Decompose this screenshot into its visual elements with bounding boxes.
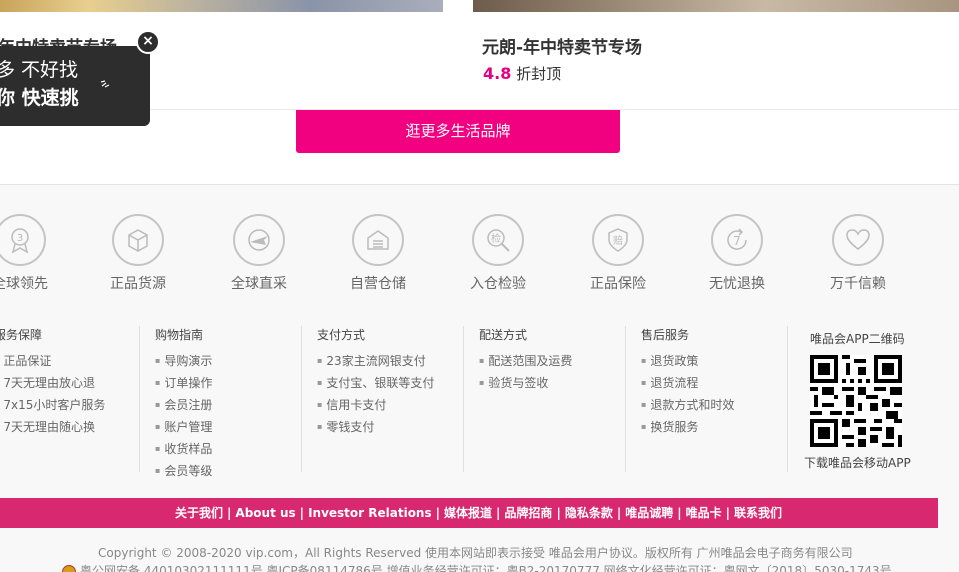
list-item[interactable]: 收货样品	[155, 439, 301, 461]
inspect-icon: 检	[472, 214, 524, 266]
column-title: 支付方式	[317, 328, 366, 342]
footer-link-about[interactable]: 关于我们	[175, 506, 223, 520]
footer-link-careers[interactable]: 唯品诚聘	[625, 506, 673, 520]
list-item[interactable]: 退货流程	[641, 373, 787, 395]
feature-genuine-source[interactable]: 正品货源	[93, 214, 183, 293]
airplane-icon	[233, 214, 285, 266]
list-item[interactable]: 配送范围及运费	[479, 351, 625, 373]
footer-link-card[interactable]: 唯品卡	[686, 506, 722, 520]
warehouse-icon	[352, 214, 404, 266]
return-7-icon: 7	[711, 214, 763, 266]
list-item[interactable]: 零钱支付	[317, 417, 463, 439]
list-item[interactable]: 订单操作	[155, 373, 301, 395]
footer-link-bar: 关于我们 | About us | Investor Relations | 媒体报道 | 品牌…	[0, 498, 938, 528]
feature-global-purchase[interactable]: 全球直采	[214, 214, 304, 293]
discount-value: 4.8	[483, 64, 512, 83]
feature-label: 正品保险	[590, 276, 646, 292]
footer-links: 关于我们 | About us | Investor Relations | 媒体报道 | 品牌…	[175, 498, 782, 528]
svg-text:3: 3	[17, 233, 23, 244]
svg-text:检: 检	[491, 232, 501, 245]
footer-link-contact[interactable]: 联系我们	[734, 506, 782, 520]
list-item[interactable]: 会员注册	[155, 395, 301, 417]
list-item[interactable]: 会员等级	[155, 461, 301, 483]
column-title: 购物指南	[155, 328, 204, 342]
list-item[interactable]: 账户管理	[155, 417, 301, 439]
heart-icon	[832, 214, 884, 266]
feature-label: 自营仓储	[350, 276, 406, 292]
product-discount: 4.8 折封顶	[483, 63, 561, 84]
feature-inspection[interactable]: 检 入仓检验	[453, 214, 543, 293]
feature-label: 全球领先	[0, 276, 48, 292]
svg-text:赔: 赔	[613, 234, 623, 247]
footer-column-aftersale: 售后服务 退货政策 退货流程 退款方式和时效 换货服务	[641, 326, 788, 472]
site-footer: 3 全球领先 正品货源 全球直采 自营仓储 检 入仓检验 赔 正品保险 7	[0, 184, 959, 572]
quick-pick-popup[interactable]: 多 不好找 你 快速挑	[0, 46, 150, 126]
sparkle-icon	[100, 80, 110, 88]
list-item[interactable]: 7x15小时客户服务	[0, 395, 139, 417]
svg-text:7: 7	[733, 234, 741, 248]
qr-code-icon[interactable]	[810, 355, 902, 447]
box-icon	[112, 214, 164, 266]
popup-line-2: 你 快速挑	[0, 87, 79, 109]
link-separator: |	[435, 506, 441, 520]
qr-title: 唯品会APP二维码	[810, 332, 905, 346]
popup-line-1: 多 不好找	[0, 59, 79, 81]
footer-link-privacy[interactable]: 隐私条款	[565, 506, 613, 520]
feature-label: 万千信赖	[830, 276, 886, 292]
icp-line: 粤公网安备 44010302111111号 粤ICP备08114786号 增值业…	[62, 562, 892, 572]
product-title-right[interactable]: 元朗-年中特卖节专场	[482, 33, 642, 58]
link-separator: |	[299, 506, 305, 520]
footer-column-service: 服务保障 正品保证 7天无理由放心退 7x15小时客户服务 7天无理由随心换	[0, 326, 140, 472]
feature-label: 无忧退换	[709, 276, 765, 292]
feature-label: 全球直采	[231, 276, 287, 292]
product-image-right[interactable]	[473, 0, 959, 12]
link-separator: |	[725, 506, 731, 520]
footer-column-delivery: 配送方式 配送范围及运费 验货与签收	[479, 326, 626, 472]
list-item[interactable]: 验货与签收	[479, 373, 625, 395]
discount-suffix: 折封顶	[516, 65, 562, 83]
list-item[interactable]: 退款方式和时效	[641, 395, 787, 417]
qr-caption: 下载唯品会移动APP	[804, 456, 911, 470]
column-title: 服务保障	[0, 328, 43, 342]
feature-label: 正品货源	[110, 276, 166, 292]
link-separator: |	[556, 506, 561, 520]
feature-label: 入仓检验	[470, 276, 526, 292]
link-separator: |	[616, 506, 622, 520]
list-item[interactable]: 7天无理由随心换	[0, 417, 139, 439]
column-title: 售后服务	[641, 328, 690, 342]
footer-link-about-en[interactable]: About us	[235, 506, 295, 520]
footer-column-guide: 购物指南 导购演示 订单操作 会员注册 账户管理 收货样品 会员等级	[155, 326, 302, 478]
link-separator: |	[496, 506, 501, 520]
footer-link-media[interactable]: 媒体报道	[444, 506, 492, 520]
list-item[interactable]: 退货政策	[641, 351, 787, 373]
list-item[interactable]: 信用卡支付	[317, 395, 463, 417]
list-item[interactable]: 导购演示	[155, 351, 301, 373]
icp-text[interactable]: 粤公网安备 44010302111111号 粤ICP备08114786号 增值业…	[80, 564, 892, 572]
feature-self-warehouse[interactable]: 自营仓储	[333, 214, 423, 293]
footer-column-payment: 支付方式 23家主流网银支付 支付宝、银联等支付 信用卡支付 零钱支付	[317, 326, 464, 472]
link-separator: |	[227, 506, 232, 520]
link-separator: |	[677, 506, 682, 520]
list-item[interactable]: 23家主流网银支付	[317, 351, 463, 373]
product-image-left[interactable]	[0, 0, 443, 12]
column-title: 配送方式	[479, 328, 528, 342]
popup-close-icon[interactable]: ×	[136, 30, 160, 54]
feature-easy-return[interactable]: 7 无忧退换	[692, 214, 782, 293]
feature-trust[interactable]: 万千信赖	[813, 214, 903, 293]
footer-link-investor[interactable]: Investor Relations	[308, 506, 432, 520]
more-brands-button[interactable]: 逛更多生活品牌	[296, 110, 620, 153]
badge-3-icon: 3	[0, 214, 46, 266]
list-item[interactable]: 支付宝、银联等支付	[317, 373, 463, 395]
feature-global-leader[interactable]: 3 全球领先	[0, 214, 65, 293]
list-item[interactable]: 7天无理由放心退	[0, 373, 139, 395]
feature-insurance[interactable]: 赔 正品保险	[573, 214, 663, 293]
shield-icon: 赔	[592, 214, 644, 266]
footer-link-merchants[interactable]: 品牌招商	[504, 506, 552, 520]
police-badge-icon	[62, 564, 76, 572]
list-item[interactable]: 换货服务	[641, 417, 787, 439]
copyright-text: Copyright © 2008-2020 vip.com，All Rights…	[98, 546, 853, 560]
list-item[interactable]: 正品保证	[0, 351, 139, 373]
